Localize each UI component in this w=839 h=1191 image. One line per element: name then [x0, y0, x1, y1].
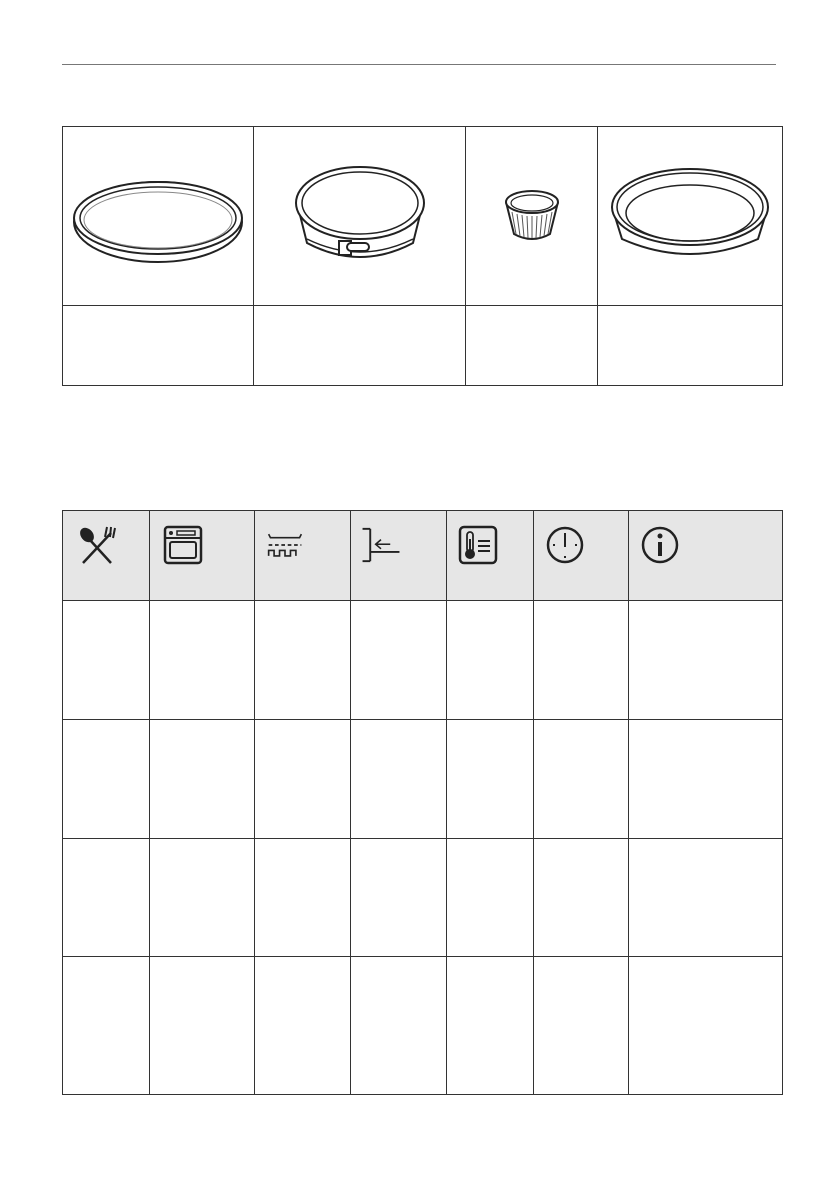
bakeware-table [62, 126, 783, 386]
column-divider [254, 511, 255, 1094]
row-divider [63, 838, 782, 839]
bakeware-image-cell [63, 127, 253, 306]
bakeware-column [597, 127, 782, 385]
deep-cake-pan-icon [611, 168, 769, 255]
bakeware-image-cell [254, 127, 465, 306]
shelf-position-icon [362, 527, 400, 563]
flat-tart-pan-icon [73, 181, 243, 263]
column-divider [533, 511, 534, 1094]
column-divider [350, 511, 351, 1094]
heating-element-icon [267, 533, 303, 557]
settings-table [62, 510, 783, 1095]
time-icon [546, 526, 584, 564]
bakeware-text-cell [254, 306, 465, 386]
table-cell [63, 719, 149, 838]
info-icon [641, 526, 679, 564]
bakeware-text-cell [598, 306, 782, 386]
temperature-icon [458, 525, 498, 565]
oven-function-icon [163, 525, 203, 565]
table-cell [63, 838, 149, 956]
bakeware-text-cell [63, 306, 253, 386]
bakeware-column [253, 127, 465, 385]
bakeware-column [465, 127, 597, 385]
column-divider [149, 511, 150, 1094]
bakeware-image-cell [466, 127, 597, 306]
bakeware-text-cell [466, 306, 597, 386]
table-cell [63, 956, 149, 1094]
bakeware-column [63, 127, 253, 385]
column-divider [628, 511, 629, 1094]
table-cell [63, 601, 149, 719]
top-divider [62, 64, 776, 65]
column-divider [446, 511, 447, 1094]
food-type-icon [80, 526, 116, 564]
springform-pan-icon [294, 166, 425, 258]
row-divider [63, 719, 782, 720]
bakeware-image-cell [598, 127, 782, 306]
ramekin-icon [504, 190, 559, 240]
row-divider [63, 956, 782, 957]
